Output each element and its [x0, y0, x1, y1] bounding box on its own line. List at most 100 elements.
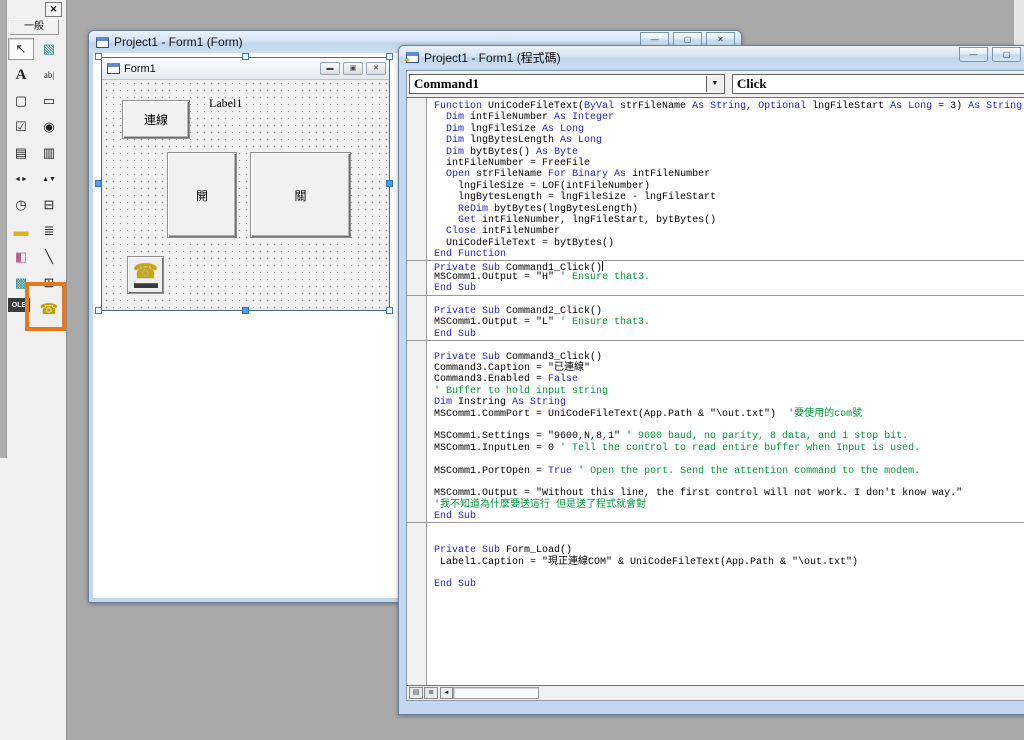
code-line: intFileNumber = FreeFile: [434, 158, 1024, 169]
object-combo-value: Command1: [414, 76, 479, 91]
hscroll-track[interactable]: [453, 687, 539, 699]
handle-top-right[interactable]: [386, 53, 393, 60]
frame-icon[interactable]: ▢: [8, 90, 34, 112]
form1-icon: [107, 63, 120, 74]
combobox-icon[interactable]: ▤: [8, 142, 34, 164]
dirlistbox-icon[interactable]: ▬: [8, 220, 34, 242]
handle-bottom-left[interactable]: [95, 307, 102, 314]
toolbox-edge: [0, 0, 7, 458]
code-line: Dim lngFileSize As Long: [434, 124, 1024, 135]
code-line: MSComm1.Output = "L" ' Ensure that3.: [434, 317, 1024, 328]
handle-mid-right[interactable]: [386, 180, 393, 187]
line-icon[interactable]: ╲: [36, 246, 62, 268]
handle-bottom-center[interactable]: [242, 307, 249, 314]
event-combo-value: Click: [737, 76, 767, 91]
shape-icon[interactable]: ◧: [8, 246, 34, 268]
close-relay-button[interactable]: 關: [250, 152, 351, 238]
toolbox-panel: ✕ 一般 ↖▧Aab|▢▭☑◉▤▥◄►▲▼◷⊟▬≣◧╲▩⊞OLE☎: [0, 0, 67, 740]
mscomm-control[interactable]: ☎: [127, 256, 164, 294]
form1-close-button[interactable]: ✕: [366, 62, 386, 75]
code-line: [407, 522, 1024, 533]
code-window: ✦ Project1 - Form1 (程式碼) — ▢ Command1 ▼ …: [398, 45, 1024, 715]
code-line: [407, 295, 1024, 306]
chevron-down-icon[interactable]: ▼: [706, 76, 723, 92]
code-content: Command1 ▼ Click Function UniCodeFileTex…: [406, 70, 1024, 701]
code-line: MSComm1.PortOpen = True ' Open the port.…: [434, 466, 1024, 477]
checkbox-icon[interactable]: ☑: [8, 116, 34, 138]
code-line: Private Sub Command3_Click(): [434, 352, 1024, 363]
code-line: Function UniCodeFileText(ByVal strFileNa…: [434, 101, 1024, 112]
procedure-view-button[interactable]: ▤: [409, 687, 423, 699]
handle-mid-left[interactable]: [95, 180, 102, 187]
code-line: Dim Instring As String: [434, 397, 1024, 408]
code-line: Command3.Caption = "已連線": [434, 363, 1024, 374]
code-line: MSComm1.Settings = "9600,N,8,1" ' 9600 b…: [434, 431, 1024, 442]
code-maximize-button[interactable]: ▢: [992, 47, 1021, 62]
mdi-edge-strip: [1014, 0, 1024, 46]
code-line: End Sub: [434, 329, 1024, 340]
code-window-icon: ✦: [406, 52, 419, 63]
code-line: MSComm1.CommPort = UniCodeFileText(App.P…: [434, 409, 1024, 420]
code-line: Private Sub Command1_Click(): [407, 260, 1024, 271]
code-titlebar[interactable]: ✦ Project1 - Form1 (程式碼): [399, 46, 1024, 68]
code-line: Dim intFileNumber As Integer: [434, 112, 1024, 123]
form-window-icon: [96, 37, 109, 48]
full-module-view-button[interactable]: ≣: [424, 687, 438, 699]
label1[interactable]: Label1: [209, 96, 242, 111]
toolbox-tab-general[interactable]: 一般: [9, 19, 59, 35]
handle-top-center[interactable]: [242, 53, 249, 60]
handle-top-left[interactable]: [95, 53, 102, 60]
textbox-icon[interactable]: ab|: [36, 64, 62, 86]
form1-maximize-button[interactable]: ▣: [343, 62, 363, 75]
code-line: [434, 454, 1024, 465]
form1-design-surface[interactable]: Form1 ▬ ▣ ✕ 連線 Label1 開 關 ☎: [101, 57, 390, 311]
listbox-icon[interactable]: ▥: [36, 142, 62, 164]
commandbutton-icon[interactable]: ▭: [36, 90, 62, 112]
drivelistbox-icon[interactable]: ⊟: [36, 194, 62, 216]
designer-title: Project1 - Form1 (Form): [114, 35, 243, 49]
code-editor[interactable]: Function UniCodeFileText(ByVal strFileNa…: [407, 97, 1024, 685]
code-line: End Sub: [434, 579, 1024, 590]
code-line: lngBytesLength = lngFileSize - lngFileSt…: [434, 192, 1024, 203]
event-combobox[interactable]: Click: [732, 74, 1024, 94]
telephone-icon: ☎: [133, 262, 158, 282]
code-line: lngFileSize = LOF(intFileNumber): [434, 181, 1024, 192]
code-line: MSComm1.InputLen = 0 ' Tell the control …: [434, 443, 1024, 454]
form1-grid-surface[interactable]: 連線 Label1 開 關 ☎: [103, 80, 388, 309]
code-flash-icon: ✦: [404, 56, 411, 65]
code-line: [434, 534, 1024, 545]
code-line: Private Sub Form_Load(): [434, 545, 1024, 556]
form1-minimize-button[interactable]: ▬: [320, 62, 340, 75]
code-line: UniCodeFileText = bytBytes(): [434, 238, 1024, 249]
code-line: MSComm1.Output = "Without this line, the…: [434, 488, 1024, 499]
code-margin-strip[interactable]: [407, 98, 427, 685]
label-icon[interactable]: A: [8, 64, 34, 86]
hscrollbar-icon[interactable]: ◄►: [8, 168, 34, 190]
code-window-title: Project1 - Form1 (程式碼): [424, 49, 561, 66]
code-line: Dim bytBytes() As Byte: [434, 147, 1024, 158]
object-combobox[interactable]: Command1 ▼: [409, 74, 725, 94]
vscrollbar-icon[interactable]: ▲▼: [36, 168, 62, 190]
picturebox-icon[interactable]: ▧: [36, 38, 62, 60]
code-minimize-button[interactable]: —: [959, 47, 988, 62]
code-line: Open strFileName For Binary As intFileNu…: [434, 169, 1024, 180]
handle-bottom-right[interactable]: [386, 307, 393, 314]
hscroll-left-arrow[interactable]: ◄: [440, 687, 453, 699]
open-button[interactable]: 開: [167, 152, 237, 238]
code-footer: ▤ ≣ ◄: [407, 685, 1024, 700]
combo-row: Command1 ▼ Click: [407, 71, 1024, 97]
code-line: ' Buffer to hold input string: [434, 386, 1024, 397]
timer-icon[interactable]: ◷: [8, 194, 34, 216]
optionbutton-icon[interactable]: ◉: [36, 116, 62, 138]
toolbox-close-button[interactable]: ✕: [45, 2, 62, 17]
code-line: [407, 340, 1024, 351]
mscomm-highlight-box: [25, 282, 66, 331]
code-line: Label1.Caption = "現正連線COM" & UniCodeFile…: [434, 557, 1024, 568]
filelistbox-icon[interactable]: ≣: [36, 220, 62, 242]
code-line: Dim lngBytesLength As Long: [434, 135, 1024, 146]
pointer-icon[interactable]: ↖: [8, 38, 34, 60]
code-line: [434, 477, 1024, 488]
connect-button[interactable]: 連線: [122, 100, 190, 139]
code-line: Get intFileNumber, lngFileStart, bytByte…: [434, 215, 1024, 226]
code-line: [434, 420, 1024, 431]
